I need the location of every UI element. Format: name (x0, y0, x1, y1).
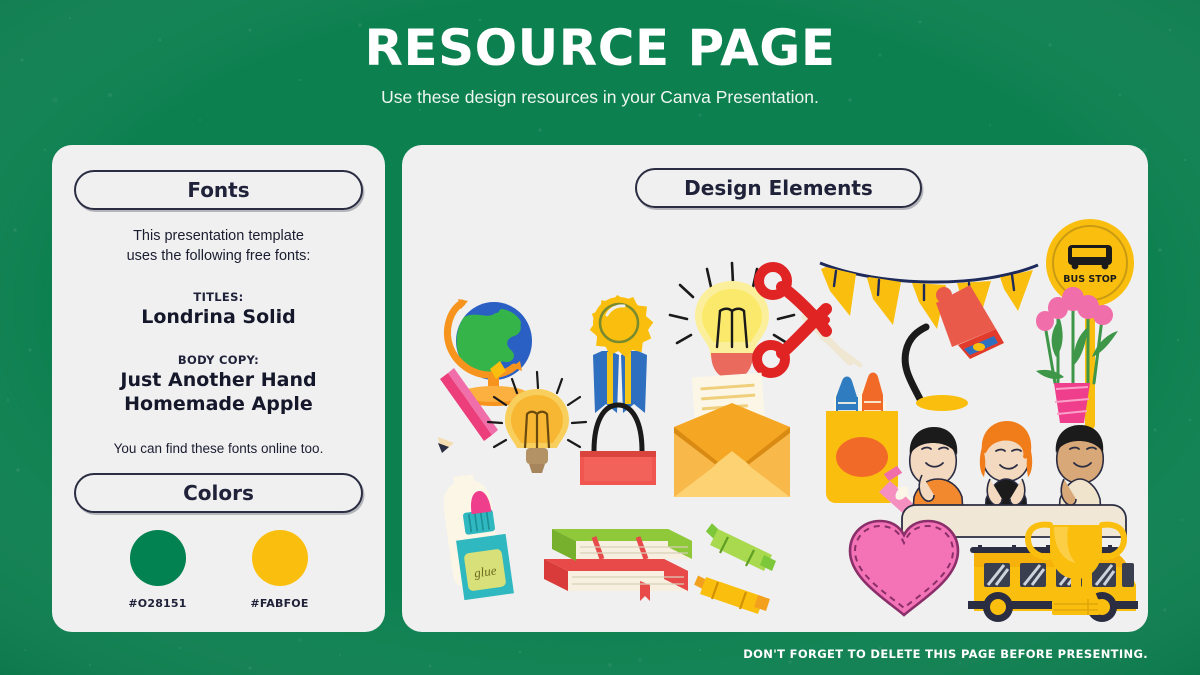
design-elements-gallery: BUS STOP glue (438, 219, 1138, 622)
titles-font-label: TITLES: (193, 290, 244, 305)
crayons-pair-illustration (694, 523, 776, 614)
color-swatch-green (129, 530, 186, 586)
fonts-intro-line-2: uses the following free fonts: (126, 247, 311, 264)
color-swatch-item: #O28151 (103, 530, 213, 610)
fonts-card: Fonts This presentation template uses th… (52, 145, 385, 632)
slide-canvas: RESOURCE PAGE Use these design resources… (0, 0, 1200, 675)
fonts-heading-label: Fonts (187, 178, 250, 202)
footer-note: DON'T FORGET TO DELETE THIS PAGE BEFORE … (743, 647, 1148, 661)
fonts-intro-line-1: This presentation template (133, 228, 304, 244)
orange-crayon-illustration (694, 575, 770, 614)
fonts-heading-pill: Fonts (74, 170, 363, 210)
award-ribbon-illustration (589, 294, 654, 413)
colors-heading-pill: Colors (74, 473, 363, 513)
titles-font-name: Londrina Solid (141, 306, 296, 329)
color-swatch-yellow-hex: #FABFOE (250, 597, 309, 610)
color-swatch-item: #FABFOE (225, 530, 335, 610)
lightbulb-yellow-illustration (668, 261, 796, 379)
color-swatch-row: #O28151 #FABFOE (52, 530, 385, 610)
glue-bottle-label: glue (473, 562, 497, 580)
design-elements-heading-pill: Design Elements (635, 168, 922, 208)
fonts-intro: This presentation template uses the foll… (52, 227, 385, 266)
green-crayon-illustration (705, 523, 776, 571)
body-font-name-line-2: Homemade Apple (124, 392, 313, 415)
envelope-illustration (674, 372, 790, 497)
body-font-block: BODY COPY: Just Another Hand Homemade Ap… (52, 353, 385, 416)
binder-clip-illustration (580, 402, 656, 485)
desk-lamp-illustration (901, 285, 1004, 411)
fonts-outro: You can find these fonts online too. (113, 441, 324, 457)
page-subtitle: Use these design resources in your Canva… (381, 86, 819, 107)
pencil-illustration (438, 361, 506, 453)
titles-font-block: TITLES: Londrina Solid (52, 290, 385, 328)
students-illustration (901, 421, 1127, 538)
body-font-name-line-1: Just Another Hand (120, 368, 317, 391)
heart-illustration (848, 519, 960, 617)
bunting-flags-illustration (819, 261, 1039, 329)
design-elements-card: Design Elements BUS STOP glue (402, 145, 1148, 632)
body-font-label: BODY COPY: (177, 352, 260, 367)
fonts-body: This presentation template uses the foll… (52, 227, 385, 456)
bus-stop-sign-text: BUS STOP (1063, 274, 1117, 285)
color-swatch-yellow (251, 530, 308, 586)
design-elements-heading-label: Design Elements (684, 176, 873, 200)
color-swatch-green-hex: #O28151 (128, 597, 187, 610)
slide-header: RESOURCE PAGE Use these design resources… (0, 0, 1200, 108)
tulip-bouquet-illustration (1036, 287, 1118, 423)
page-title: RESOURCE PAGE (364, 19, 836, 77)
glue-bottle-illustration: glue (443, 474, 514, 601)
books-stack-illustration (544, 529, 692, 601)
colors-heading-label: Colors (183, 481, 254, 505)
